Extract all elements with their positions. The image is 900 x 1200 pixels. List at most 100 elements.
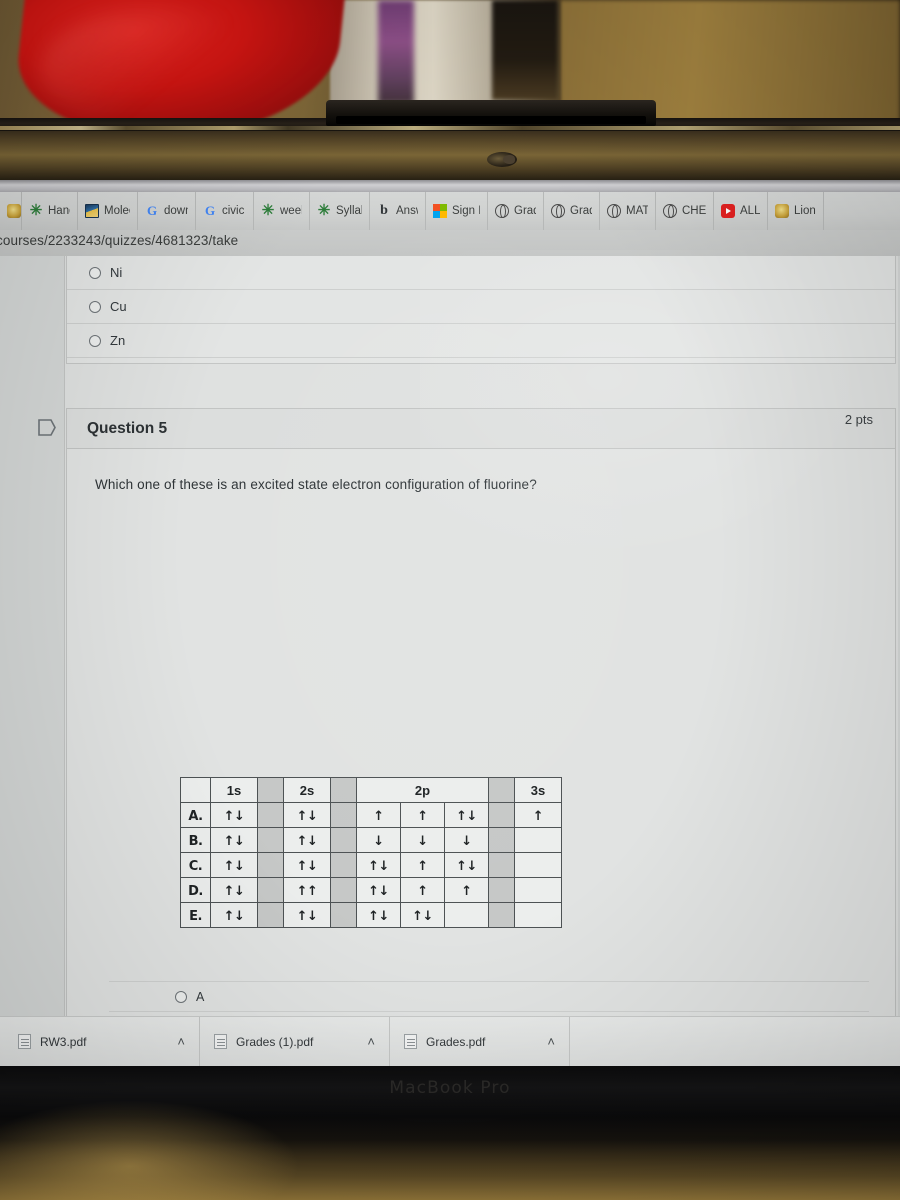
bookmark-item-answ[interactable]: b Answ <box>370 192 426 230</box>
webcam-icon <box>487 152 517 167</box>
row-label-text: B. <box>188 833 203 849</box>
electron-arrows: ↑ <box>417 808 428 824</box>
electron-arrows: ↑↓ <box>296 858 318 874</box>
cell-1s: ↑↓ <box>210 877 258 903</box>
bookmark-item-down[interactable]: Gdown <box>138 192 196 230</box>
electron-arrows: ↑↓ <box>296 808 318 824</box>
chevron-up-icon[interactable]: ˄ <box>547 1034 555 1049</box>
previous-option-ni[interactable]: Ni <box>67 256 895 290</box>
bookmark-item-chem[interactable]: CHEM <box>656 192 714 230</box>
chevron-up-icon[interactable]: ˄ <box>177 1034 185 1049</box>
bookmark-item-grade[interactable]: Grade <box>488 192 544 230</box>
download-item[interactable]: Grades.pdf ˄ <box>390 1016 570 1067</box>
electron-arrows: ↑↑ <box>296 883 318 899</box>
bartleby-icon: b <box>380 203 388 218</box>
radio-button-icon[interactable] <box>89 334 101 347</box>
download-item[interactable]: Grades (1).pdf ˄ <box>200 1016 390 1067</box>
cell-1s: ↑↓ <box>210 902 258 928</box>
electron-arrows: ↑ <box>417 858 428 874</box>
bookmark-label: ALL o <box>740 205 760 217</box>
globe-icon <box>495 204 509 218</box>
question-prompt: Which one of these is an excited state e… <box>95 477 537 492</box>
bookmark-item-liont[interactable]: LionT <box>768 192 824 230</box>
electron-arrows: ↑ <box>373 808 384 824</box>
radio-button-icon[interactable] <box>175 990 187 1003</box>
question-body: Which one of these is an excited state e… <box>67 449 895 492</box>
cell-2p-3 <box>444 902 489 928</box>
cell-2p-1: ↓ <box>356 827 401 853</box>
cell-3s <box>514 827 562 853</box>
bookmark-item-r[interactable]: R <box>0 192 22 230</box>
bookmark-label: LionT <box>794 205 816 217</box>
laptop-hinge-glint <box>0 126 900 130</box>
electron-arrows: ↑↓ <box>412 908 433 924</box>
electron-arrows: ↑ <box>417 883 428 899</box>
flag-outline-icon[interactable] <box>37 418 57 437</box>
column-header-blank <box>257 777 284 803</box>
bookmark-item-sign-i[interactable]: Sign I <box>426 192 488 230</box>
bookmark-label: Syllab <box>336 205 362 217</box>
bookmark-item-math[interactable]: MATH <box>600 192 656 230</box>
cell-spacer <box>330 902 357 928</box>
bookmark-item-hand[interactable]: ✳ Hand <box>22 192 78 230</box>
electron-arrows: ↑↓ <box>456 808 477 824</box>
option-label: Zn <box>110 333 126 348</box>
row-label: C. <box>180 852 211 878</box>
address-bar-url[interactable]: courses/2233243/quizzes/4681323/take <box>0 233 238 248</box>
chevron-up-icon[interactable]: ˄ <box>367 1034 375 1049</box>
bookmark-item-molec[interactable]: Molec <box>78 192 138 230</box>
table-header-row: 1s 2s 2p 3s <box>180 777 562 803</box>
bookmark-label: civic <box>222 205 245 217</box>
radio-button-icon[interactable] <box>89 266 101 279</box>
column-header-2s: 2s <box>283 777 331 803</box>
download-file-name: RW3.pdf <box>40 1034 87 1049</box>
cell-spacer <box>257 852 284 878</box>
cell-1s: ↑↓ <box>210 802 258 828</box>
option-label: Ni <box>110 265 123 280</box>
electron-arrows: ↑↓ <box>223 833 245 849</box>
previous-option-cu[interactable]: Cu <box>67 290 895 324</box>
previous-option-zn[interactable]: Zn <box>67 324 895 358</box>
cell-2p-3: ↑↓ <box>444 852 489 878</box>
question-title: Question 5 <box>87 419 168 437</box>
image-icon <box>85 204 99 218</box>
bookmark-label: Grade <box>570 205 592 217</box>
lion-icon <box>775 204 789 218</box>
cell-2p-2: ↑ <box>400 877 445 903</box>
download-file-name: Grades (1).pdf <box>236 1034 314 1049</box>
row-label-text: E. <box>189 908 202 924</box>
electron-arrows: ↓ <box>417 833 428 849</box>
column-header-2p: 2p <box>356 777 489 803</box>
cell-2p-3: ↑↓ <box>444 802 489 828</box>
cell-3s <box>514 852 562 878</box>
bookmark-item-week[interactable]: ✳ week <box>254 192 310 230</box>
download-file-name: Grades.pdf <box>426 1034 486 1049</box>
cell-2s: ↑↓ <box>283 852 331 878</box>
table-row: B. ↑↓ ↑↓ ↓ ↓ ↓ <box>180 827 562 853</box>
globe-icon <box>663 204 677 218</box>
bookmark-item-all-o[interactable]: ALL o <box>714 192 768 230</box>
electron-arrows: ↑↓ <box>296 833 318 849</box>
bookmark-item-syllab[interactable]: ✳ Syllab <box>310 192 370 230</box>
laptop-top-bezel <box>0 131 900 183</box>
electron-arrows: ↑↓ <box>368 858 389 874</box>
download-shelf: RW3.pdf ˄ Grades (1).pdf ˄ Grades.pdf ˄ <box>0 1016 900 1067</box>
cell-spacer <box>257 827 284 853</box>
electron-configuration-table: 1s 2s 2p 3s A. ↑↓ ↑↓ ↑ ↑ ↑↓ ↑ B. ↑↓ ↑↓ ↓ ↓ ↓ C. ↑↓ ↑↓ ↑↓ ↑ ↑↓ D… <box>180 777 562 928</box>
row-label: D. <box>180 877 211 903</box>
download-item[interactable]: RW3.pdf ˄ <box>0 1016 200 1067</box>
row-label: A. <box>180 802 211 828</box>
answer-option-a[interactable]: A <box>109 981 869 1012</box>
google-icon: G <box>204 203 216 218</box>
bookmark-item-grade[interactable]: Grade <box>544 192 600 230</box>
pdf-file-icon <box>404 1034 417 1049</box>
cell-3s <box>514 902 562 928</box>
bookmark-label: Hand <box>48 205 70 217</box>
canvas-quiz-page: Ni Cu Zn Question 5 2 pts Which one of the… <box>0 256 900 1166</box>
bookmark-label: CHEM <box>682 205 706 217</box>
cell-2s: ↑↓ <box>283 802 331 828</box>
cell-2p-3: ↓ <box>444 827 489 853</box>
bookmark-item-civic[interactable]: Gcivic <box>196 192 254 230</box>
radio-button-icon[interactable] <box>89 300 101 313</box>
google-icon: G <box>146 203 158 218</box>
